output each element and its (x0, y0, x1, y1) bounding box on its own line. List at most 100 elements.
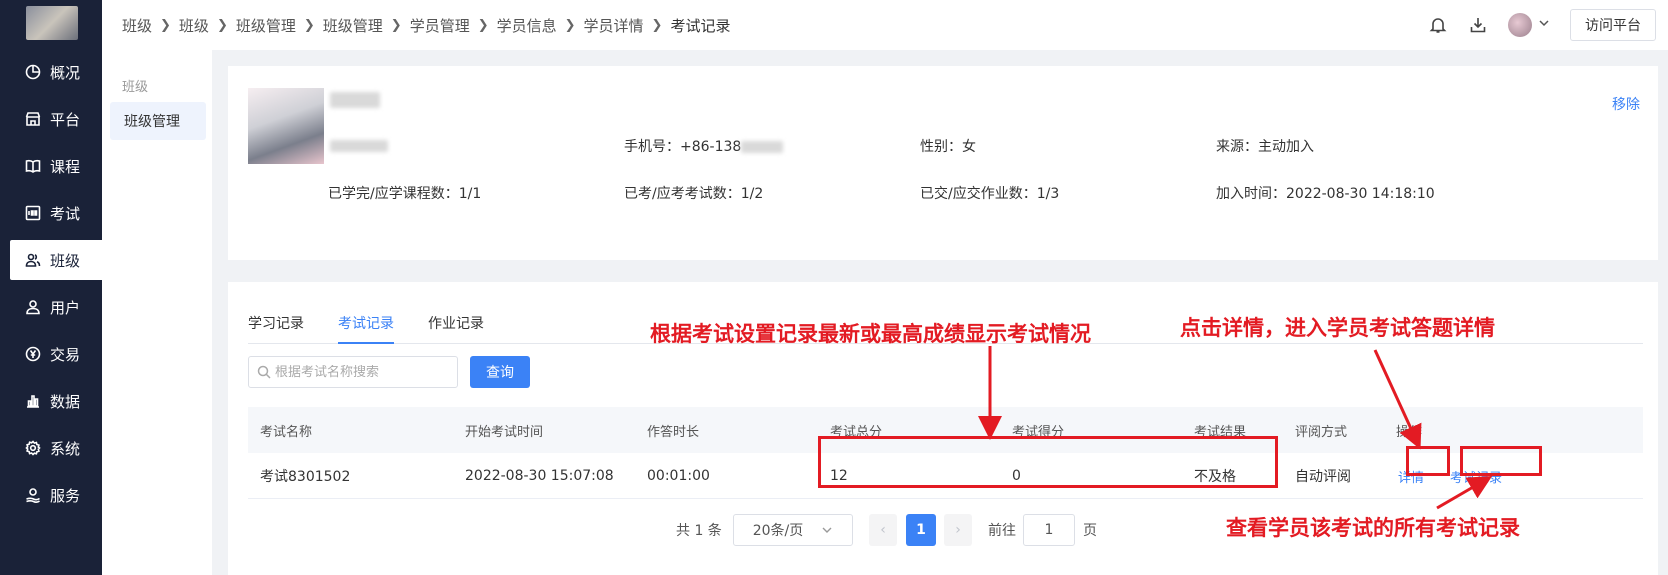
nav-label: 系统 (50, 439, 81, 458)
nav-item-data[interactable]: 数据 (0, 381, 102, 421)
next-page-button[interactable]: › (944, 514, 972, 546)
annotation-score-display: 根据考试设置记录最新或最高成绩显示考试情况 (650, 321, 1091, 346)
page-size-select[interactable]: 20条/页 (733, 514, 853, 546)
page-number-current[interactable]: 1 (906, 514, 936, 546)
breadcrumb-item[interactable]: 班级管理 (323, 15, 383, 36)
users-icon (24, 251, 42, 269)
bell-icon[interactable] (1428, 15, 1448, 35)
student-course-progress: 已学完/应学课程数：1/1 (328, 186, 482, 202)
nav-item-exam[interactable]: 考试 (0, 193, 102, 233)
chevron-right-icon: ❯ (390, 17, 402, 33)
nav-item-system[interactable]: 系统 (0, 428, 102, 468)
student-homework-progress: 已交/应交作业数：1/3 (920, 186, 1060, 202)
goto-suffix: 页 (1083, 523, 1097, 539)
goto-page-input[interactable]: 1 (1023, 514, 1075, 546)
annotation-all-records: 查看学员该考试的所有考试记录 (1226, 515, 1520, 540)
review-method: 自动评阅 (1295, 469, 1351, 485)
tab-exam-records[interactable]: 考试记录 (338, 310, 394, 344)
nav-item-course[interactable]: 课程 (0, 146, 102, 186)
detail-link-highlight (1406, 446, 1450, 476)
nav-item-platform[interactable]: 平台 (0, 99, 102, 139)
book-icon (24, 157, 42, 175)
user-icon (24, 298, 42, 316)
chevron-right-icon: ❯ (651, 17, 663, 33)
breadcrumb-item[interactable]: 学员详情 (584, 15, 644, 36)
top-header: 班级 ❯ 班级 ❯ 班级管理 ❯ 班级管理 ❯ 学员管理 ❯ 学员信息 ❯ 学员… (102, 0, 1668, 50)
nav-label: 数据 (50, 392, 81, 411)
header-actions: 访问平台 (1428, 0, 1668, 50)
student-photo (248, 88, 324, 164)
secondary-sidebar: 班级 班级管理 (102, 50, 212, 575)
prev-page-button[interactable]: ‹ (869, 514, 897, 546)
page-size-value: 20条/页 (752, 523, 804, 539)
nav-label: 考试 (50, 204, 81, 223)
student-join-time: 加入时间：2022-08-30 14:18:10 (1216, 186, 1435, 202)
service-icon (24, 486, 42, 504)
exam-duration: 00:01:00 (647, 468, 710, 484)
nav-item-service[interactable]: 服务 (0, 475, 102, 515)
yen-icon (24, 345, 42, 363)
nav-item-trade[interactable]: 交易 (0, 334, 102, 374)
column-header: 开始考试时间 (465, 424, 544, 440)
tab-homework-records[interactable]: 作业记录 (428, 310, 484, 344)
annotation-detail: 点击详情，进入学员考试答题详情 (1180, 315, 1495, 340)
student-name-redacted (330, 92, 380, 108)
bar-chart-icon (24, 392, 42, 410)
search-icon (257, 365, 271, 379)
breadcrumb: 班级 ❯ 班级 ❯ 班级管理 ❯ 班级管理 ❯ 学员管理 ❯ 学员信息 ❯ 学员… (122, 15, 730, 36)
chevron-right-icon: ❯ (160, 17, 171, 33)
exam-search-input[interactable] (275, 364, 445, 380)
nav-item-overview[interactable]: 概况 (0, 52, 102, 92)
exam-name: 考试8301502 (260, 469, 351, 485)
pie-chart-icon (24, 63, 42, 81)
remove-student-link[interactable]: 移除 (1612, 94, 1640, 114)
chevron-right-icon: ❯ (564, 17, 576, 33)
chevron-right-icon: ❯ (216, 17, 228, 33)
student-phone: 手机号：+86-138 (624, 136, 784, 156)
subnav-group-title: 班级 (122, 80, 149, 95)
subnav-item-class-management[interactable]: 班级管理 (110, 102, 206, 140)
exam-search-box (248, 356, 458, 388)
breadcrumb-item[interactable]: 班级管理 (236, 15, 296, 36)
nav-label: 服务 (50, 486, 81, 505)
student-account-redacted (330, 140, 388, 152)
main-sidebar: 概况 平台 课程 考试 班级 用户 交易 数据 系统 服务 (0, 0, 102, 575)
breadcrumb-item[interactable]: 班级 (122, 15, 152, 36)
shop-icon (24, 110, 42, 128)
student-source: 来源：主动加入 (1216, 139, 1314, 155)
nav-label: 平台 (50, 110, 81, 129)
visit-platform-button[interactable]: 访问平台 (1570, 9, 1656, 41)
chevron-right-icon: › (955, 522, 961, 538)
column-header: 考试名称 (260, 424, 313, 440)
gear-icon (24, 439, 42, 457)
breadcrumb-item[interactable]: 班级 (179, 15, 209, 36)
nav-label: 班级 (50, 251, 81, 270)
column-header: 作答时长 (647, 424, 700, 440)
nav-label: 交易 (50, 345, 81, 364)
exam-start-time: 2022-08-30 15:07:08 (465, 468, 614, 484)
score-columns-highlight (818, 436, 1278, 488)
column-header: 评阅方式 (1295, 424, 1348, 440)
chevron-down-icon[interactable] (1538, 17, 1550, 33)
nav-item-user[interactable]: 用户 (0, 287, 102, 327)
breadcrumb-current: 考试记录 (670, 16, 731, 35)
download-icon[interactable] (1468, 15, 1488, 35)
nav-label: 课程 (50, 157, 81, 176)
breadcrumb-item[interactable]: 学员管理 (410, 15, 470, 36)
nav-item-class[interactable]: 班级 (10, 240, 102, 280)
chevron-down-icon (822, 527, 832, 533)
app-logo[interactable] (26, 6, 78, 40)
chevron-right-icon: ❯ (303, 17, 315, 33)
records-link-highlight (1460, 446, 1542, 476)
nav-label: 概况 (50, 63, 81, 82)
nav-label: 用户 (50, 298, 81, 317)
exam-100-icon (24, 204, 42, 222)
student-exam-progress: 已考/应考考试数：1/2 (624, 186, 764, 202)
chevron-right-icon: ❯ (477, 17, 489, 33)
avatar[interactable] (1508, 13, 1532, 37)
query-button[interactable]: 查询 (470, 356, 530, 388)
tab-study-records[interactable]: 学习记录 (248, 310, 304, 344)
breadcrumb-item[interactable]: 学员信息 (497, 15, 557, 36)
pagination-total: 共 1 条 (676, 523, 722, 539)
student-info-card: 手机号：+86-138 性别：女 来源：主动加入 已学完/应学课程数：1/1 已… (228, 66, 1658, 260)
